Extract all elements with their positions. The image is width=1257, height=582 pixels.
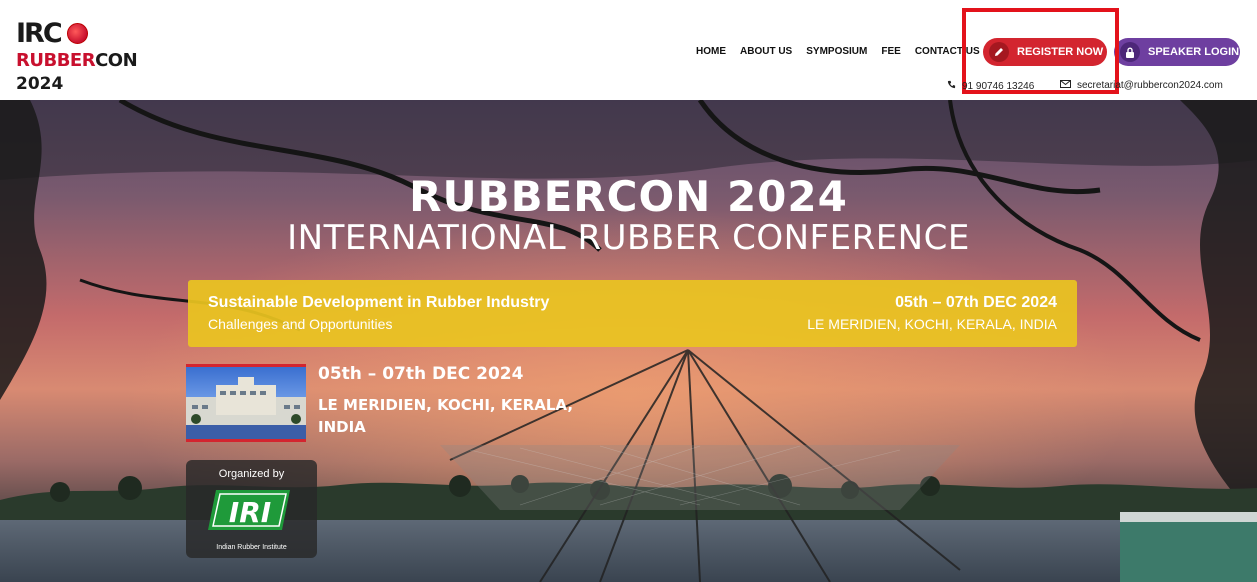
iri-logo-text: IRI xyxy=(229,496,271,529)
banner-theme-line2: Challenges and Opportunities xyxy=(208,316,393,332)
venue-hotel-image xyxy=(186,364,306,442)
register-now-button[interactable]: REGISTER NOW xyxy=(983,38,1107,66)
iri-logo: IRI xyxy=(208,490,290,530)
nav-symposium[interactable]: SYMPOSIUM xyxy=(806,46,867,57)
nav-about-us[interactable]: ABOUT US xyxy=(740,46,792,57)
main-nav: HOME ABOUT US SYMPOSIUM FEE CONTACT US xyxy=(696,46,980,57)
venue-date: 05th – 07th DEC 2024 xyxy=(318,364,524,384)
rubbercon-logo[interactable]: IRC RUBBERCON 2024 xyxy=(16,20,146,94)
venue-place-line2: INDIA xyxy=(318,418,366,436)
organizer-name: Indian Rubber Institute xyxy=(216,544,287,551)
venue-place-line1: LE MERIDIEN, KOCHI, KERALA, xyxy=(318,396,574,414)
pencil-icon xyxy=(989,42,1009,62)
banner-date: 05th – 07th DEC 2024 xyxy=(895,294,1057,311)
logo-rubber-part: RUBBER xyxy=(16,50,96,71)
organized-by-label: Organized by xyxy=(218,468,285,480)
lock-icon xyxy=(1120,42,1140,62)
hero-banner: RUBBERCON 2024 INTERNATIONAL RUBBER CONF… xyxy=(0,100,1257,582)
nav-contact-us[interactable]: CONTACT US xyxy=(915,46,980,57)
rubber-ball-icon xyxy=(67,23,88,44)
hero-title: RUBBERCON 2024 xyxy=(409,172,848,221)
phone-number: 91 90746 13246 xyxy=(962,80,1035,92)
site-header: IRC RUBBERCON 2024 HOME ABOUT US SYMPOSI… xyxy=(0,0,1257,100)
envelope-icon xyxy=(1060,80,1071,91)
contact-email[interactable]: secretariat@rubbercon2024.com xyxy=(1060,80,1223,91)
logo-irc-text: IRC xyxy=(16,18,63,49)
nav-fee[interactable]: FEE xyxy=(881,46,900,57)
logo-rubbercon-text: RUBBERCON xyxy=(16,50,138,71)
phone-icon xyxy=(947,80,956,92)
logo-year: 2024 xyxy=(16,74,64,94)
register-now-label: REGISTER NOW xyxy=(1017,46,1104,58)
banner-venue: LE MERIDIEN, KOCHI, KERALA, INDIA xyxy=(807,316,1057,332)
speaker-login-label: SPEAKER LOGIN xyxy=(1148,46,1240,58)
theme-banner: Sustainable Development in Rubber Indust… xyxy=(188,280,1077,347)
speaker-login-button[interactable]: SPEAKER LOGIN xyxy=(1114,38,1240,66)
nav-home[interactable]: HOME xyxy=(696,46,726,57)
banner-theme-line1: Sustainable Development in Rubber Indust… xyxy=(208,294,550,311)
organizer-card[interactable]: Organized by IRI Indian Rubber Institute xyxy=(186,460,317,558)
contact-phone[interactable]: 91 90746 13246 xyxy=(947,80,1034,92)
hero-subtitle: INTERNATIONAL RUBBER CONFERENCE xyxy=(287,218,970,258)
email-address: secretariat@rubbercon2024.com xyxy=(1077,80,1223,91)
logo-con-part: CON xyxy=(95,50,138,71)
